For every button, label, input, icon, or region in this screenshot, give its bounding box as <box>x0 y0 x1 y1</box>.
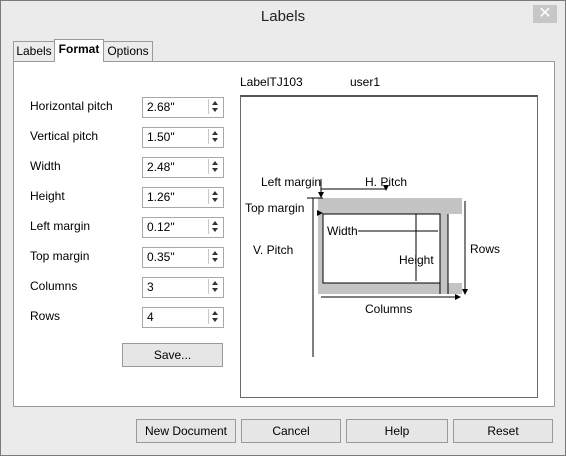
spin-down-icon[interactable] <box>212 138 218 142</box>
height-value: 1.26" <box>147 190 175 204</box>
label-preview: Left margin H. Pitch Top margin Width V.… <box>240 95 538 398</box>
reset-button[interactable]: Reset <box>453 419 553 443</box>
spin-buttons[interactable] <box>208 189 222 204</box>
field-label-top-margin: Top margin <box>30 249 90 263</box>
tab-format[interactable]: Format <box>54 39 104 62</box>
cancel-button[interactable]: Cancel <box>241 419 341 443</box>
field-label-width: Width <box>30 159 61 173</box>
spin-buttons[interactable] <box>208 219 222 234</box>
spin-up-icon[interactable] <box>212 131 218 135</box>
vertical-pitch-spinbox[interactable]: 1.50" <box>142 127 224 148</box>
arrow-icon <box>455 294 461 300</box>
field-label-columns: Columns <box>30 279 78 293</box>
close-icon: ✕ <box>538 5 552 22</box>
format-panel: Horizontal pitch 2.68" Vertical pitch 1.… <box>13 61 555 407</box>
title-bar: Labels ✕ <box>1 1 565 33</box>
spin-up-icon[interactable] <box>212 311 218 315</box>
label-cell <box>448 214 462 283</box>
spin-down-icon[interactable] <box>212 198 218 202</box>
h-pitch-caption: H. Pitch <box>365 175 408 189</box>
vertical-pitch-value: 1.50" <box>147 130 175 144</box>
left-margin-spinbox[interactable]: 0.12" <box>142 217 224 238</box>
field-label-horizontal-pitch: Horizontal pitch <box>30 99 113 113</box>
rows-caption: Rows <box>470 242 501 256</box>
window-title: Labels <box>260 8 306 25</box>
field-label-height: Height <box>30 189 65 203</box>
field-label-left-margin: Left margin <box>30 219 91 233</box>
spin-buttons[interactable] <box>208 309 222 324</box>
spin-up-icon[interactable] <box>212 281 218 285</box>
spin-buttons[interactable] <box>208 279 222 294</box>
spin-up-icon[interactable] <box>212 101 218 105</box>
width-value: 2.48" <box>147 160 175 174</box>
spin-down-icon[interactable] <box>212 318 218 322</box>
close-button[interactable]: ✕ <box>533 5 557 23</box>
field-label-rows: Rows <box>30 309 61 323</box>
spin-down-icon[interactable] <box>212 108 218 112</box>
spin-down-icon[interactable] <box>212 228 218 232</box>
spin-buttons[interactable] <box>208 129 222 144</box>
width-caption: Width <box>327 224 358 238</box>
help-button[interactable]: Help <box>346 419 448 443</box>
left-margin-caption: Left margin <box>261 175 322 189</box>
height-spinbox[interactable]: 1.26" <box>142 187 224 208</box>
user-name: user1 <box>350 75 381 89</box>
rows-spinbox[interactable]: 4 <box>142 307 224 328</box>
spin-up-icon[interactable] <box>212 221 218 225</box>
spin-down-icon[interactable] <box>212 288 218 292</box>
arrow-icon <box>318 192 324 198</box>
top-margin-value: 0.35" <box>147 250 175 264</box>
top-margin-caption: Top margin <box>245 201 305 215</box>
top-margin-spinbox[interactable]: 0.35" <box>142 247 224 268</box>
height-caption: Height <box>399 253 434 267</box>
left-margin-value: 0.12" <box>147 220 175 234</box>
spin-buttons[interactable] <box>208 99 222 114</box>
labels-dialog: Labels ✕ Labels Format Options Horizonta… <box>0 0 566 456</box>
tab-options[interactable]: Options <box>103 41 153 61</box>
spin-buttons[interactable] <box>208 159 222 174</box>
label-type-name: LabelTJ103 <box>240 75 303 89</box>
columns-value: 3 <box>147 280 154 294</box>
rows-value: 4 <box>147 310 154 324</box>
spin-buttons[interactable] <box>208 249 222 264</box>
columns-spinbox[interactable]: 3 <box>142 277 224 298</box>
v-pitch-caption: V. Pitch <box>253 243 294 257</box>
horizontal-pitch-spinbox[interactable]: 2.68" <box>142 97 224 118</box>
width-spinbox[interactable]: 2.48" <box>142 157 224 178</box>
horizontal-pitch-value: 2.68" <box>147 100 175 114</box>
save-button[interactable]: Save... <box>122 343 223 367</box>
spin-up-icon[interactable] <box>212 161 218 165</box>
spin-up-icon[interactable] <box>212 191 218 195</box>
field-label-vertical-pitch: Vertical pitch <box>30 129 99 143</box>
tab-labels[interactable]: Labels <box>13 41 55 61</box>
spin-down-icon[interactable] <box>212 258 218 262</box>
columns-caption: Columns <box>365 302 413 316</box>
spin-up-icon[interactable] <box>212 251 218 255</box>
arrow-icon <box>462 289 468 295</box>
new-document-button[interactable]: New Document <box>136 419 236 443</box>
spin-down-icon[interactable] <box>212 168 218 172</box>
